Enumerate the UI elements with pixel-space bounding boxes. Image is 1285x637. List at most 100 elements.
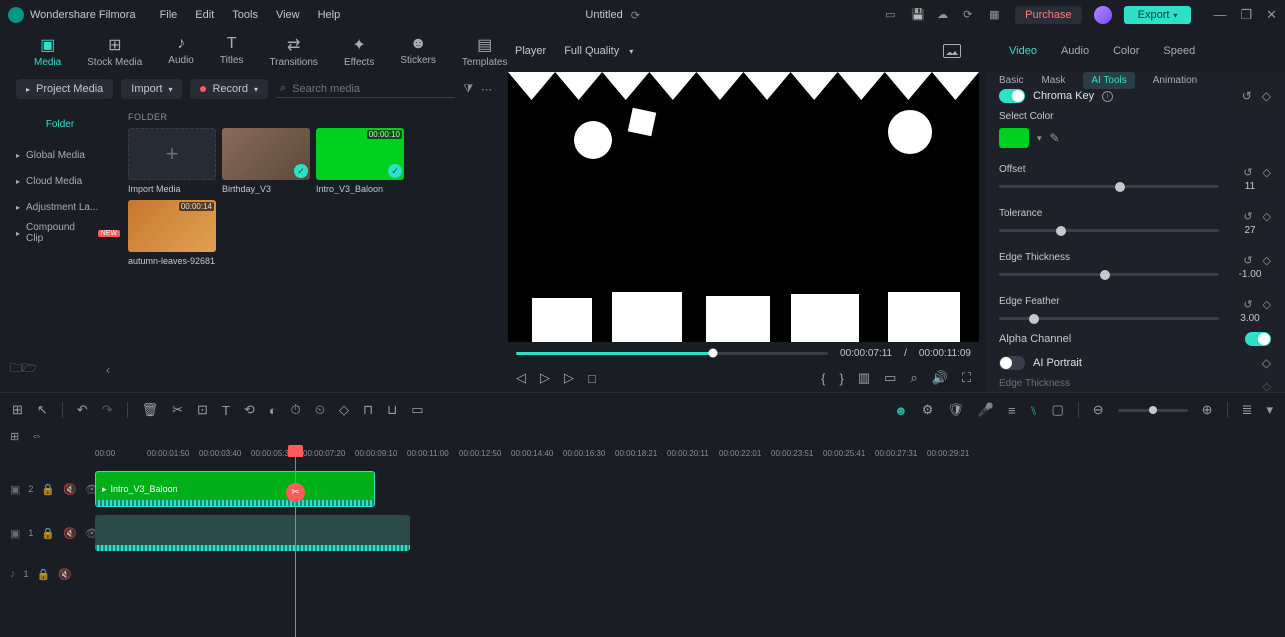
time-ruler[interactable]: 00:0000:00:01:5000:00:03:4000:00:05:3000…: [95, 445, 1285, 467]
avatar[interactable]: [1094, 6, 1112, 24]
tab-titles[interactable]: TTitles: [216, 33, 248, 70]
purchase-button[interactable]: Purchase: [1015, 6, 1081, 24]
save-icon[interactable]: 💾: [911, 8, 925, 22]
maximize-icon[interactable]: ❐: [1240, 7, 1252, 23]
import-dropdown[interactable]: Import▾: [121, 79, 182, 99]
keyframe-icon[interactable]: ◇: [1263, 210, 1271, 223]
eyedropper-icon[interactable]: ✎: [1050, 131, 1060, 145]
tab-templates[interactable]: ▤Templates: [458, 33, 512, 70]
keyframe-tl-icon[interactable]: ◇: [339, 402, 349, 418]
tab-media[interactable]: ▣Media: [30, 33, 65, 70]
gear-icon[interactable]: ⚙: [922, 402, 934, 418]
playhead[interactable]: ✂: [295, 445, 296, 637]
cloud-icon[interactable]: ☁: [937, 8, 951, 22]
rotate-icon[interactable]: ⟲: [244, 402, 255, 418]
more-icon[interactable]: ⋯: [481, 83, 492, 96]
fullscreen-icon[interactable]: ⛶: [962, 370, 971, 386]
next-frame-icon[interactable]: ▷: [564, 370, 574, 386]
info-icon[interactable]: i: [1102, 91, 1113, 102]
mark-out-icon[interactable]: }: [839, 371, 843, 386]
group-icon[interactable]: ⊓: [363, 402, 373, 418]
volume-icon[interactable]: 🔊: [932, 370, 948, 386]
tl-magnet-icon[interactable]: ⊞: [12, 402, 23, 418]
tab-stickers[interactable]: ☻Stickers: [396, 33, 440, 70]
offset-slider[interactable]: [999, 185, 1219, 188]
keyframe-icon[interactable]: ◇: [1262, 89, 1271, 103]
clip-balloon[interactable]: ▸ Intro_V3_Baloon: [95, 471, 375, 507]
headphones-icon[interactable]: ⑊: [1030, 403, 1038, 418]
mute-icon[interactable]: 🔇: [58, 568, 72, 581]
subtab-animation[interactable]: Animation: [1153, 75, 1197, 86]
reset-icon[interactable]: ↺: [1243, 210, 1252, 223]
new-bin-icon[interactable]: 🗁: [22, 359, 37, 380]
sidebar-item-global-media[interactable]: ▸Global Media: [0, 142, 120, 168]
preview-canvas[interactable]: [508, 72, 979, 342]
chroma-key-toggle[interactable]: [999, 89, 1025, 103]
color-swatch[interactable]: [999, 128, 1029, 148]
prev-frame-icon[interactable]: ◁: [516, 370, 526, 386]
cloud-sync-icon[interactable]: ⟳: [631, 9, 640, 22]
speed-icon[interactable]: ⏱: [291, 402, 301, 418]
crop-icon[interactable]: ⊡: [197, 402, 208, 418]
tab-effects[interactable]: ✦Effects: [340, 33, 378, 70]
preview-scrubber[interactable]: [516, 352, 828, 355]
tl-select-icon[interactable]: ↖: [37, 402, 48, 418]
media-thumb-balloon[interactable]: 00:00:10✓Intro_V3_Baloon: [316, 128, 404, 194]
color-dropdown-icon[interactable]: ▾: [1037, 133, 1042, 144]
filter-icon[interactable]: ⧩: [463, 83, 473, 96]
subtab-ai-tools[interactable]: AI Tools: [1083, 72, 1134, 89]
folder-button[interactable]: Folder: [0, 112, 120, 136]
mute-icon[interactable]: 🔇: [63, 527, 77, 540]
undo-icon[interactable]: ↶: [77, 402, 88, 418]
keyframe-icon[interactable]: ◇: [1263, 298, 1271, 311]
snapshot-icon[interactable]: [943, 44, 961, 58]
import-media-tile[interactable]: +Import Media: [128, 128, 216, 194]
edge-feather-slider[interactable]: [999, 317, 1219, 320]
keyframe-icon[interactable]: ◇: [1263, 254, 1271, 267]
zoom-slider[interactable]: [1118, 409, 1188, 412]
sidebar-item-adjustment-layer[interactable]: ▸Adjustment La...: [0, 194, 120, 220]
reset-icon[interactable]: ↺: [1243, 298, 1252, 311]
keyframe-icon[interactable]: ◇: [1263, 166, 1271, 179]
refresh-icon[interactable]: ⟳: [963, 8, 977, 22]
ungroup-icon[interactable]: ⊔: [387, 402, 397, 418]
reset-icon[interactable]: ↺: [1243, 166, 1252, 179]
new-folder-icon[interactable]: 🗀: [10, 359, 22, 380]
project-media-dropdown[interactable]: ▸Project Media: [16, 79, 113, 99]
ai-portrait-toggle[interactable]: [999, 356, 1025, 370]
zoom-out-icon[interactable]: ⊖: [1093, 402, 1104, 418]
color-icon[interactable]: ◐: [269, 403, 277, 418]
close-icon[interactable]: ✕: [1266, 7, 1277, 23]
grid-icon[interactable]: ▦: [989, 8, 1003, 22]
tolerance-value[interactable]: 27: [1229, 225, 1271, 236]
delete-icon[interactable]: 🗑: [142, 402, 159, 418]
timer-icon[interactable]: ⏲: [315, 402, 325, 418]
menu-view[interactable]: View: [276, 9, 300, 21]
list-icon[interactable]: ≣: [1242, 402, 1253, 418]
tab-stock-media[interactable]: ⊞Stock Media: [83, 33, 146, 70]
quality-dropdown[interactable]: Full Quality▾: [564, 45, 633, 57]
redo-icon[interactable]: ↷: [102, 402, 113, 418]
mixer-icon[interactable]: ≡: [1008, 403, 1016, 418]
menu-tools[interactable]: Tools: [232, 9, 258, 21]
media-thumb-birthday[interactable]: ✓Birthday_V3: [222, 128, 310, 194]
alpha-channel-toggle[interactable]: [1245, 332, 1271, 346]
tab-transitions[interactable]: ⇄Transitions: [265, 33, 322, 70]
record-dropdown[interactable]: Record▾: [190, 79, 267, 99]
layout-icon[interactable]: ▭: [885, 8, 899, 22]
reset-icon[interactable]: ↺: [1243, 254, 1252, 267]
smiley-icon[interactable]: ☻: [894, 403, 908, 418]
rtab-speed[interactable]: Speed: [1163, 45, 1195, 57]
stop-icon[interactable]: □: [588, 371, 596, 386]
sidebar-item-cloud-media[interactable]: ▸Cloud Media: [0, 168, 120, 194]
menu-edit[interactable]: Edit: [195, 9, 214, 21]
subtab-mask[interactable]: Mask: [1041, 75, 1065, 86]
reset-icon[interactable]: ↺: [1242, 89, 1252, 103]
minimize-icon[interactable]: —: [1213, 7, 1226, 23]
search-input[interactable]: [292, 83, 451, 95]
tl-extra1-icon[interactable]: ▭: [411, 402, 423, 418]
rtab-video[interactable]: Video: [1009, 45, 1037, 57]
edge-thickness-slider[interactable]: [999, 273, 1219, 276]
play-icon[interactable]: ▷: [540, 370, 550, 386]
mark-in-icon[interactable]: {: [821, 371, 825, 386]
